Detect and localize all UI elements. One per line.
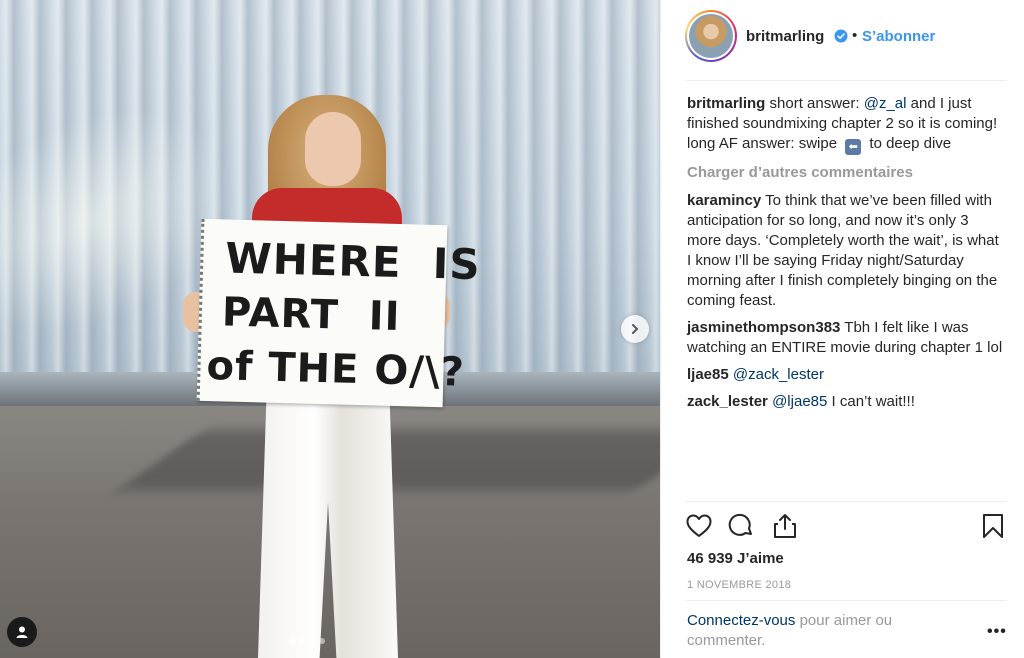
carousel-dot (309, 638, 315, 644)
list-item: zack_lester @ljae85 I can’t wait!!! (687, 393, 915, 410)
avatar-image (689, 14, 733, 58)
header-username[interactable]: britmarling (746, 28, 824, 45)
comment-username[interactable]: zack_lester (687, 393, 768, 410)
heart-icon (686, 514, 712, 537)
comment-icon (728, 513, 752, 536)
comments-list: britmarling short answer: @z_al and I ju… (687, 94, 1003, 419)
share-icon (774, 514, 796, 538)
next-slide-button[interactable] (621, 315, 649, 343)
post-header: britmarling • S’abonner (661, 0, 1024, 80)
sign-line-1: WHERE IS (224, 233, 482, 290)
carousel-indicator (289, 638, 325, 644)
mention-link[interactable]: @zack_lester (733, 366, 824, 383)
likes-count[interactable]: 46 939 J’aime (687, 550, 784, 567)
divider (685, 501, 1007, 502)
save-button[interactable] (979, 512, 1009, 542)
like-button[interactable] (685, 512, 715, 542)
mention-link[interactable]: @ljae85 (772, 393, 827, 410)
comment-username[interactable]: jasminethompson383 (687, 319, 840, 336)
carousel-dot (289, 638, 295, 644)
list-item: jasminethompson383 Tbh I felt like I was… (687, 319, 1003, 356)
share-button[interactable] (771, 512, 801, 542)
carousel-dot (299, 638, 305, 644)
verified-badge-icon (834, 29, 848, 43)
post-sidebar: britmarling • S’abonner britmarling shor… (660, 0, 1024, 658)
avatar[interactable] (685, 10, 737, 62)
login-link[interactable]: Connectez-vous (687, 612, 795, 629)
caption-username[interactable]: britmarling (687, 95, 765, 112)
post-media[interactable]: WHERE IS PART II of THE O/\? (0, 0, 660, 658)
header-separator: • (852, 27, 858, 44)
list-item: karamincy To think that we’ve been fille… (687, 192, 999, 309)
action-bar (685, 512, 1007, 542)
load-more-comments[interactable]: Charger d’autres commentaires (687, 163, 1003, 183)
chevron-right-icon (632, 324, 639, 334)
bookmark-icon (983, 514, 1003, 538)
mention-link[interactable]: @z_al (864, 95, 907, 112)
divider (685, 80, 1007, 81)
sign-line-3: of THE O/\? (205, 343, 466, 396)
tagged-users-button[interactable] (7, 617, 37, 647)
list-item: ljae85 @zack_lester (687, 365, 1003, 385)
login-prompt: Connectez-vous pour aimer ou commenter. (687, 612, 893, 649)
handwritten-sign: WHERE IS PART II of THE O/\? (196, 218, 481, 408)
comment-username[interactable]: ljae85 (687, 366, 729, 383)
left-arrow-icon: ⬅ (845, 139, 862, 155)
follow-button[interactable]: S’abonner (862, 28, 935, 45)
user-tag-icon (16, 626, 28, 638)
sign-line-2: PART II (221, 289, 402, 341)
divider (685, 600, 1007, 601)
person-face (305, 112, 361, 186)
more-options-button[interactable]: ••• (987, 623, 1007, 641)
comment-username[interactable]: karamincy (687, 192, 761, 209)
carousel-dot (319, 638, 325, 644)
caption: britmarling short answer: @z_al and I ju… (687, 95, 998, 155)
comment-button[interactable] (727, 512, 757, 542)
post-date[interactable]: 1 NOVEMBRE 2018 (687, 579, 791, 591)
